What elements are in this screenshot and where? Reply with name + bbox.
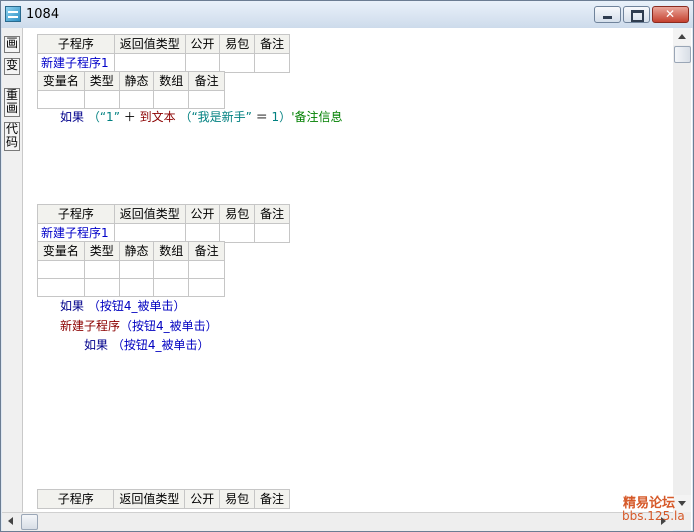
col-static: 静态 (118, 71, 155, 91)
editor-window: 1084 画 变 重画 代码 子程序 返回值类型 公开 易包 备注 新建 (0, 0, 694, 532)
sub-name-cell[interactable]: 新建子程序1 (37, 223, 115, 243)
title-bar[interactable]: 1084 (1, 1, 693, 28)
argument: （按钮4_被单击） (111, 338, 210, 352)
scroll-thumb[interactable] (674, 46, 691, 63)
col-easy-pkg: 易包 (219, 34, 256, 54)
cell[interactable] (153, 90, 190, 109)
col-type: 类型 (83, 241, 120, 261)
tab-code[interactable]: 代码 (4, 122, 20, 151)
col-var-note: 备注 (188, 71, 225, 91)
horizontal-scrollbar[interactable] (2, 512, 673, 531)
cell[interactable] (184, 223, 221, 243)
maximize-button[interactable] (623, 6, 650, 23)
sub-table: 子程序 返回值类型 公开 易包 备注 (36, 489, 290, 509)
col-type: 类型 (83, 71, 120, 91)
col-public: 公开 (184, 489, 221, 509)
cell[interactable] (184, 53, 221, 73)
col-return-type: 返回值类型 (113, 489, 186, 509)
string-literal: （“1” (87, 110, 120, 124)
client-area: 画 变 重画 代码 子程序 返回值类型 公开 易包 备注 新建子程序1 变量名 … (2, 28, 692, 531)
cell[interactable] (83, 90, 120, 109)
col-easy-pkg: 易包 (219, 489, 256, 509)
code-line[interactable]: 新建子程序（按钮4_被单击） (60, 318, 218, 334)
cell[interactable] (113, 223, 186, 243)
function-name: 新建子程序 (60, 319, 121, 333)
scroll-left-icon[interactable] (2, 513, 20, 530)
minimize-button[interactable] (594, 6, 621, 23)
col-sub: 子程序 (36, 489, 115, 509)
cell[interactable] (153, 260, 190, 279)
col-return-type: 返回值类型 (113, 204, 186, 224)
cell[interactable] (118, 90, 155, 109)
cell[interactable] (118, 278, 155, 297)
cell[interactable] (83, 260, 120, 279)
cell[interactable] (83, 278, 120, 297)
col-var-note: 备注 (188, 241, 225, 261)
cell[interactable] (188, 278, 225, 297)
cell[interactable] (254, 223, 290, 243)
left-tab-strip: 画 变 重画 代码 (2, 28, 23, 512)
var-table: 变量名 类型 静态 数组 备注 (37, 71, 225, 109)
cell[interactable] (219, 53, 256, 73)
sub-name-cell[interactable]: 新建子程序1 (37, 53, 115, 73)
keyword: 如果 (60, 110, 85, 124)
col-public: 公开 (184, 34, 221, 54)
col-return-type: 返回值类型 (113, 34, 186, 54)
col-note: 备注 (254, 204, 290, 224)
watermark-url: bbs.125.la (622, 509, 685, 523)
argument: （按钮4_被单击） (120, 319, 218, 333)
code-line[interactable]: 如果 （“1” ＋ 到文本 （“我是新手” ＝ 1）'备注信息 (60, 109, 343, 125)
argument: （按钮4_被单击） (87, 299, 186, 313)
sub-table: 子程序 返回值类型 公开 易包 备注 新建子程序1 (37, 34, 290, 73)
cell[interactable] (37, 278, 85, 297)
string-literal: （“我是新手” (179, 110, 252, 124)
window-title: 1084 (26, 7, 60, 22)
cell[interactable] (118, 260, 155, 279)
cell[interactable] (113, 53, 186, 73)
scroll-thumb[interactable] (21, 514, 38, 530)
col-easy-pkg: 易包 (219, 204, 256, 224)
col-var-name: 变量名 (37, 241, 85, 261)
vertical-scrollbar[interactable] (673, 28, 691, 512)
operator: ＋ (123, 110, 136, 124)
cell[interactable] (188, 90, 225, 109)
scroll-up-icon[interactable] (673, 28, 691, 45)
cell[interactable] (188, 260, 225, 279)
app-icon (5, 6, 21, 22)
var-table: 变量名 类型 静态 数组 备注 (37, 241, 225, 297)
cell[interactable] (37, 90, 85, 109)
keyword: 如果 (84, 338, 109, 352)
tab-redraw[interactable]: 重画 (4, 88, 20, 117)
col-array: 数组 (153, 241, 190, 261)
code-editor[interactable]: 子程序 返回值类型 公开 易包 备注 新建子程序1 变量名 类型 静态 数组 备… (23, 28, 673, 512)
sub-table: 子程序 返回值类型 公开 易包 备注 新建子程序1 (37, 204, 290, 243)
col-note: 备注 (254, 489, 290, 509)
col-sub: 子程序 (37, 34, 115, 54)
col-array: 数组 (153, 71, 190, 91)
tab-variable[interactable]: 变 (4, 58, 20, 75)
comment: '备注信息 (291, 110, 343, 124)
cell[interactable] (37, 260, 85, 279)
col-var-name: 变量名 (37, 71, 85, 91)
cell[interactable] (153, 278, 190, 297)
code-line[interactable]: 如果 （按钮4_被单击） (60, 298, 185, 314)
cell[interactable] (254, 53, 290, 73)
code-line[interactable]: 如果 （按钮4_被单击） (84, 337, 209, 353)
tab-draw[interactable]: 画 (4, 36, 20, 53)
col-note: 备注 (254, 34, 290, 54)
col-sub: 子程序 (37, 204, 115, 224)
number-literal: 1） (271, 110, 292, 124)
close-button[interactable] (652, 6, 689, 23)
function-name: 到文本 (139, 110, 176, 124)
operator: ＝ (255, 110, 268, 124)
cell[interactable] (219, 223, 256, 243)
col-static: 静态 (118, 241, 155, 261)
keyword: 如果 (60, 299, 85, 313)
col-public: 公开 (184, 204, 221, 224)
